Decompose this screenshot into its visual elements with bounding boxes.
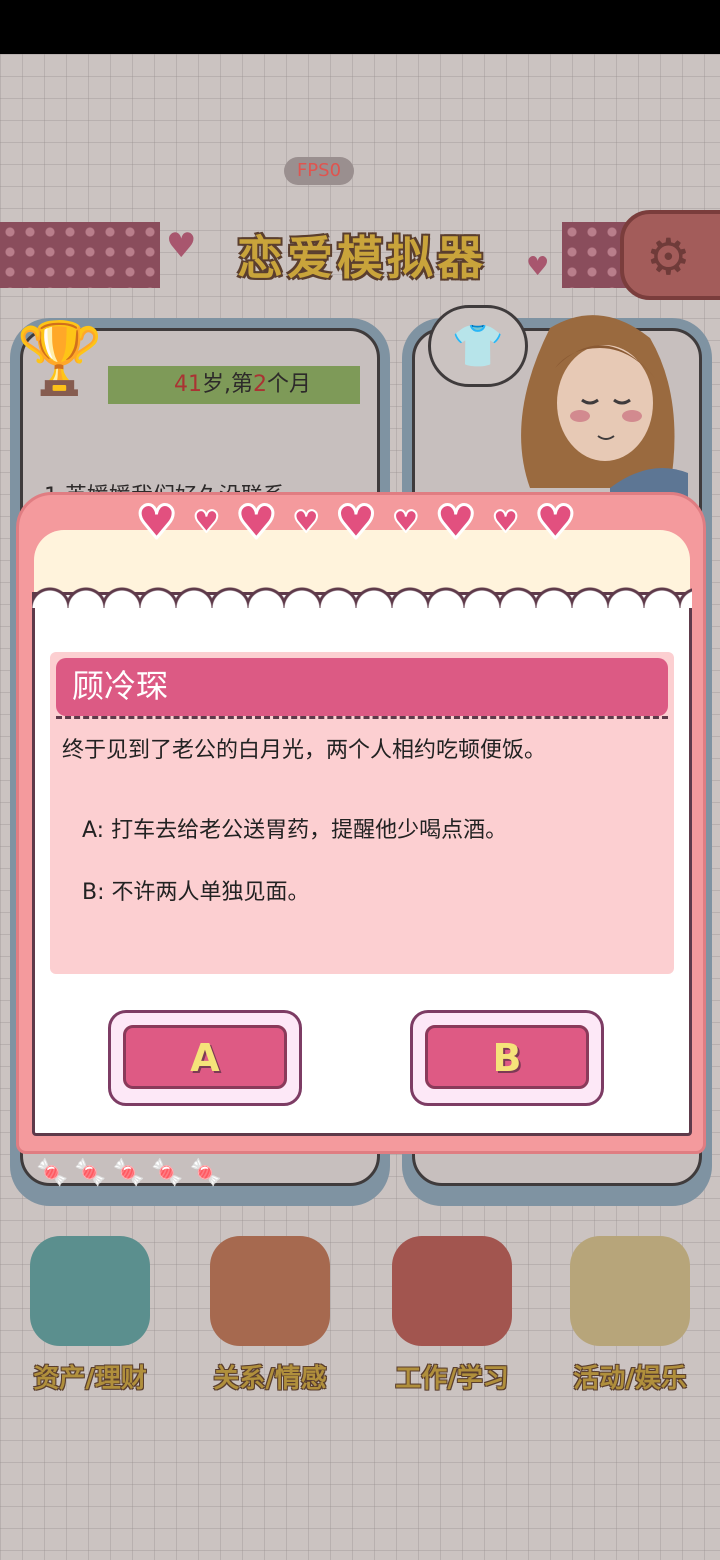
menu-assets[interactable]: 资产/理财 <box>10 1236 170 1406</box>
heart-icon: ♥ <box>391 504 420 541</box>
heart-icon: ♥ <box>234 494 278 551</box>
heart-icon: ♥ <box>434 494 478 551</box>
piggy-bank-icon <box>30 1236 150 1346</box>
popcorn-icon <box>570 1236 690 1346</box>
coffee-cups-icon <box>210 1236 330 1346</box>
heart-icon: ♥ <box>192 504 221 541</box>
fps-counter: FPS0 <box>284 157 354 185</box>
option-b-text: B: 不许两人单独见面。 <box>82 880 310 905</box>
candy-decoration: 🍬🍬🍬🍬🍬 <box>36 1158 228 1188</box>
heart-icon: ♥ <box>334 494 378 551</box>
divider <box>56 716 668 719</box>
scallop-border <box>32 578 692 608</box>
menu-activities[interactable]: 活动/娱乐 <box>550 1236 710 1406</box>
game-title: 恋爱模拟器 <box>237 231 487 285</box>
heart-icon: ♥ <box>292 504 321 541</box>
menu-relationships[interactable]: 关系/情感 <box>190 1236 350 1406</box>
age-label: 41岁,第2个月 <box>108 366 360 404</box>
heart-icon: ♥ <box>134 494 178 551</box>
choice-a-button[interactable]: A <box>108 1010 302 1106</box>
menu-work-study[interactable]: 工作/学习 <box>372 1236 532 1406</box>
option-a-text: A: 打车去给老公送胃药，提醒他少喝点酒。 <box>82 818 508 843</box>
heart-icon: ♥ <box>166 226 197 266</box>
event-story-text: 终于见到了老公的白月光，两个人相约吃顿便饭。 <box>62 738 547 763</box>
gear-icon: ⚙ <box>646 228 691 286</box>
hearts-decoration: ♥ ♥ ♥ ♥ ♥ ♥ ♥ ♥ ♥ <box>134 494 577 551</box>
choice-b-button[interactable]: B <box>410 1010 604 1106</box>
notebook-icon <box>392 1236 512 1346</box>
heart-icon: ♥ <box>533 494 577 551</box>
settings-button[interactable]: ⚙ <box>620 210 720 300</box>
choice-a-label: A <box>123 1025 287 1089</box>
character-portrait <box>521 315 688 498</box>
character-name: 顾冷琛 <box>72 667 169 705</box>
character-name-bar: 顾冷琛 <box>56 658 668 716</box>
heart-icon: ♥ <box>491 504 520 541</box>
heart-icon: ♥ <box>526 252 550 282</box>
status-bar <box>0 0 720 54</box>
choice-b-label: B <box>425 1025 589 1089</box>
trophy-icon: 🏆 <box>16 317 104 399</box>
tape-decoration-left <box>0 222 160 288</box>
